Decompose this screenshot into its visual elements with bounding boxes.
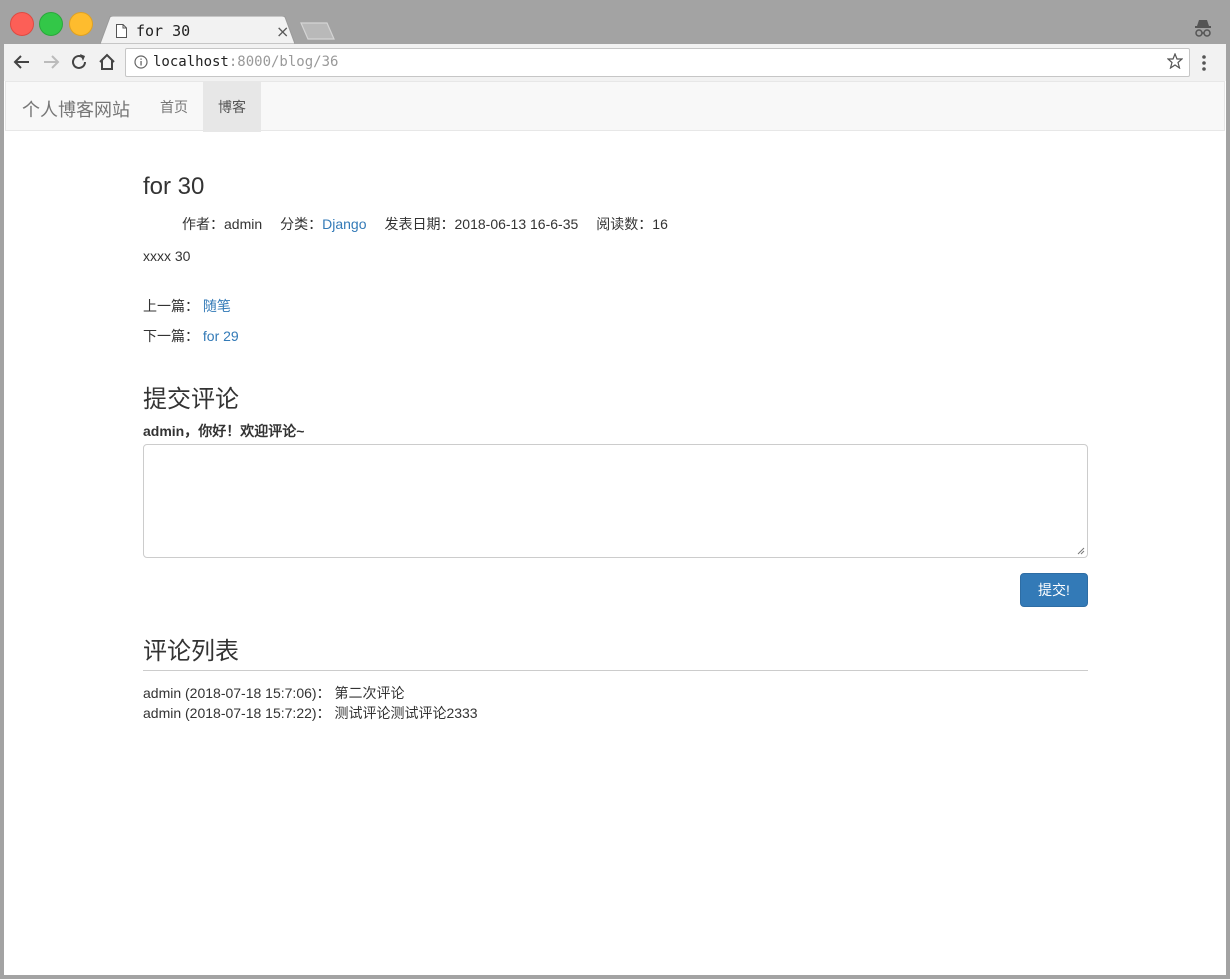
date-value: 2018-06-13 16-6-35 bbox=[454, 216, 579, 232]
category-label: 分类： bbox=[280, 216, 323, 232]
comment-text: 第二次评论 bbox=[334, 685, 405, 701]
url-text: localhost:8000/blog/36 bbox=[153, 54, 338, 70]
browser-toolbar: localhost:8000/blog/36 bbox=[4, 44, 1226, 82]
comment-meta: admin (2018-07-18 15:7:22)： bbox=[143, 705, 331, 721]
prev-post-link[interactable]: 随笔 bbox=[203, 298, 231, 314]
date-label: 发表日期： bbox=[384, 216, 455, 232]
comment-item: admin (2018-07-18 15:7:22)： 测试评论测试评论2333 bbox=[143, 703, 478, 723]
tab-background bbox=[100, 16, 295, 44]
bookmark-star-icon[interactable] bbox=[1167, 53, 1183, 69]
reads-label: 阅读数： bbox=[596, 216, 653, 232]
comment-text: 测试评论测试评论2333 bbox=[334, 705, 478, 721]
comment-list-heading: 评论列表 bbox=[143, 638, 239, 665]
browser-tab[interactable]: for 30 × bbox=[100, 16, 295, 44]
site-brand[interactable]: 个人博客网站 bbox=[22, 96, 130, 122]
tab-close-icon[interactable]: × bbox=[276, 22, 289, 41]
minimize-window-button[interactable] bbox=[69, 12, 93, 36]
address-bar[interactable]: localhost:8000/blog/36 bbox=[125, 48, 1190, 77]
next-label: 下一篇： bbox=[143, 328, 199, 344]
next-post: 下一篇： for 29 bbox=[143, 326, 239, 346]
url-host: localhost bbox=[153, 54, 229, 70]
resize-handle-icon[interactable] bbox=[1077, 547, 1085, 555]
post-content: xxxx 30 bbox=[143, 248, 191, 264]
page-icon bbox=[116, 24, 127, 38]
forward-arrow-icon[interactable] bbox=[41, 52, 61, 72]
tab-strip: for 30 × bbox=[4, 4, 1226, 44]
prev-post: 上一篇： 随笔 bbox=[143, 296, 231, 316]
maximize-window-button[interactable] bbox=[39, 12, 63, 36]
prev-label: 上一篇： bbox=[143, 298, 199, 314]
tab-title: for 30 bbox=[136, 22, 191, 40]
comment-greeting: admin，你好！欢迎评论~ bbox=[143, 423, 305, 439]
post-title: for 30 bbox=[143, 173, 205, 200]
new-tab-button[interactable] bbox=[300, 22, 336, 40]
post-meta: 作者：admin 分类：Django 发表日期：2018-06-13 16-6-35… bbox=[182, 214, 668, 234]
incognito-icon bbox=[1195, 20, 1211, 37]
browser-window: for 30 × localhost:8000/blog/36 个人博客网站 首… bbox=[4, 4, 1226, 975]
next-post-link[interactable]: for 29 bbox=[203, 328, 239, 344]
divider bbox=[143, 670, 1088, 671]
author-value: admin bbox=[224, 216, 263, 232]
category-link[interactable]: Django bbox=[322, 216, 366, 232]
comment-meta: admin (2018-07-18 15:7:06)： bbox=[143, 685, 331, 701]
page-viewport: 个人博客网站 首页 博客 for 30 作者：admin 分类：Django 发表日… bbox=[4, 81, 1226, 975]
home-icon[interactable] bbox=[97, 52, 117, 72]
reads-value: 16 bbox=[652, 216, 668, 232]
nav-item-blog[interactable]: 博客 bbox=[203, 82, 261, 132]
url-path: :8000/blog/36 bbox=[228, 54, 339, 70]
site-navbar: 个人博客网站 首页 博客 bbox=[5, 81, 1225, 132]
author-label: 作者： bbox=[182, 216, 224, 232]
info-icon[interactable] bbox=[134, 55, 148, 69]
close-window-button[interactable] bbox=[10, 12, 34, 36]
submit-comment-button[interactable]: 提交! bbox=[1020, 573, 1088, 607]
comment-textarea[interactable] bbox=[143, 444, 1088, 558]
comment-item: admin (2018-07-18 15:7:06)： 第二次评论 bbox=[143, 683, 404, 703]
more-menu-icon[interactable] bbox=[1200, 53, 1208, 73]
back-arrow-icon[interactable] bbox=[12, 52, 32, 72]
submit-comment-heading: 提交评论 bbox=[143, 386, 239, 413]
reload-icon[interactable] bbox=[69, 52, 89, 72]
nav-item-home[interactable]: 首页 bbox=[145, 82, 203, 132]
